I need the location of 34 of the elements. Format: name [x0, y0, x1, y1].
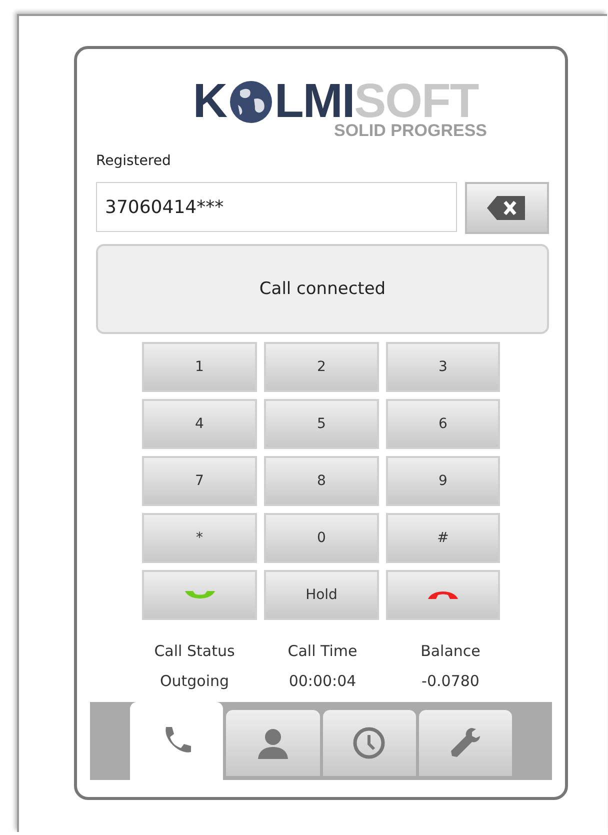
hang-up-button[interactable]: [386, 570, 500, 620]
stat-label: Call Status: [154, 642, 235, 660]
stat-value: Outgoing: [160, 672, 230, 690]
receiver-icon: [426, 589, 460, 601]
keypad-button[interactable]: 6: [386, 399, 500, 449]
keypad-button[interactable]: 4: [142, 399, 257, 449]
keypad-button[interactable]: 5: [264, 399, 379, 449]
receiver-icon: [182, 589, 216, 601]
stat-label: Call Time: [288, 642, 358, 660]
globe-icon: [228, 79, 274, 125]
call-status-message: Call connected: [96, 244, 549, 334]
stat-value: 00:00:04: [288, 672, 356, 690]
keypad-button[interactable]: 9: [386, 456, 500, 506]
wrench-icon: [448, 726, 482, 760]
keypad-button[interactable]: 7: [142, 456, 257, 506]
keypad-button[interactable]: Hold: [264, 570, 379, 620]
backspace-icon: [487, 195, 528, 221]
tab[interactable]: [322, 710, 416, 776]
tab[interactable]: [418, 710, 512, 776]
keypad-button[interactable]: *: [142, 513, 257, 563]
backspace-button[interactable]: [465, 182, 549, 234]
tab[interactable]: [226, 710, 320, 776]
keypad-button[interactable]: #: [386, 513, 500, 563]
keypad-button[interactable]: 0: [264, 513, 379, 563]
keypad-button[interactable]: 8: [264, 456, 379, 506]
stat-value: -0.0780: [422, 672, 480, 690]
stat-label: Balance: [420, 642, 480, 660]
keypad-button[interactable]: 3: [386, 342, 500, 392]
keypad-button[interactable]: 2: [264, 342, 379, 392]
clock-icon: [352, 726, 386, 760]
keypad-button[interactable]: 1: [142, 342, 257, 392]
number-field[interactable]: 37060414***: [96, 182, 458, 232]
logo-text: K: [192, 79, 227, 125]
registration-status: Registered: [96, 153, 171, 169]
